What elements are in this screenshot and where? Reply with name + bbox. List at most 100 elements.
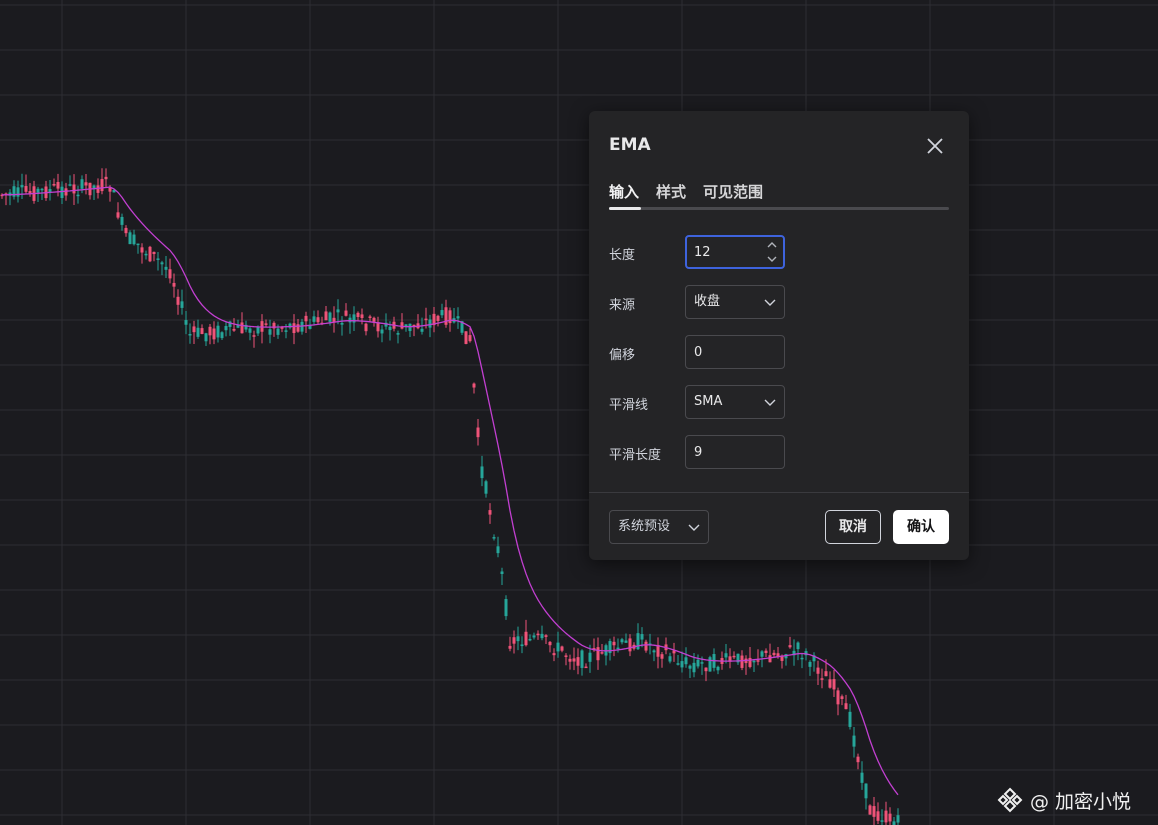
candle-body <box>100 179 104 192</box>
candle-body <box>204 333 208 342</box>
source-select[interactable]: 收盘 <box>685 285 785 319</box>
confirm-button[interactable]: 确认 <box>893 510 949 544</box>
candle-body <box>496 546 500 554</box>
spinner-arrows-icon[interactable] <box>765 238 779 266</box>
candle-body <box>472 383 476 388</box>
candle-body <box>28 191 32 194</box>
candle-body <box>708 657 712 672</box>
candle-body <box>196 327 200 337</box>
candle-body <box>16 187 20 197</box>
candle-body <box>480 466 484 479</box>
candle-body <box>168 269 172 279</box>
candle-body <box>396 333 400 335</box>
candle-body <box>56 182 60 189</box>
candle-body <box>104 176 108 180</box>
candle-body <box>400 322 404 329</box>
candle-body <box>220 332 224 339</box>
offset-input[interactable] <box>685 335 785 369</box>
candle-body <box>516 636 520 642</box>
smoothing-select[interactable]: SMA <box>685 385 785 419</box>
candle-body <box>528 638 532 641</box>
candle-body <box>800 657 804 660</box>
candle-body <box>832 679 836 690</box>
candle-body <box>888 813 892 822</box>
candle-body <box>828 679 832 688</box>
watermark: @ 加密小悦 <box>996 786 1131 814</box>
candle-body <box>700 662 704 664</box>
candle-body <box>420 328 424 332</box>
candle-body <box>136 243 140 246</box>
candle-body <box>600 652 604 654</box>
candle-body <box>328 312 332 322</box>
smoothing-length-input[interactable] <box>685 435 785 469</box>
candle-body <box>816 667 820 674</box>
candle-body <box>676 663 680 665</box>
candle-body <box>148 246 152 262</box>
candle-body <box>360 314 364 319</box>
candle-body <box>880 820 884 822</box>
candle-body <box>284 330 288 332</box>
chevron-down-icon <box>764 299 776 306</box>
candle-body <box>856 756 860 763</box>
tab-visibility[interactable]: 可见范围 <box>703 181 763 202</box>
tab-inputs[interactable]: 输入 <box>609 181 639 202</box>
candle-body <box>660 654 664 659</box>
candle-body <box>540 633 544 639</box>
candle-body <box>488 510 492 515</box>
candle-body <box>564 655 568 657</box>
cancel-button[interactable]: 取消 <box>825 510 881 544</box>
candle-body <box>688 665 692 669</box>
candle-body <box>108 187 112 192</box>
candle-body <box>588 652 592 662</box>
candle-body <box>548 641 552 646</box>
candle-body <box>520 644 524 647</box>
candle-body <box>336 309 340 313</box>
candle-body <box>612 641 616 646</box>
candle-body <box>552 653 556 656</box>
candle-body <box>372 317 376 322</box>
chart-canvas[interactable] <box>0 0 1158 825</box>
candle-body <box>864 783 868 799</box>
candle-body <box>264 323 268 325</box>
candle-body <box>188 333 192 336</box>
candle-body <box>824 671 828 677</box>
preset-select[interactable]: 系统预设 <box>609 510 709 544</box>
close-icon[interactable] <box>923 134 947 158</box>
smoothing-value: SMA <box>694 394 723 409</box>
footer-divider <box>589 492 969 493</box>
candle-body <box>464 331 468 344</box>
candle-body <box>740 655 744 668</box>
candle-body <box>868 805 872 815</box>
candle-body <box>692 662 696 673</box>
candle-body <box>84 182 88 186</box>
candle-body <box>584 666 588 669</box>
candle-body <box>696 659 700 667</box>
candle-body <box>164 266 168 270</box>
candle-body <box>536 633 540 636</box>
candle-body <box>312 316 316 322</box>
candle-body <box>848 711 852 727</box>
candle-body <box>572 658 576 662</box>
price-chart[interactable] <box>0 0 1158 825</box>
candle-body <box>768 655 772 663</box>
candle-body <box>212 328 216 340</box>
candle-body <box>388 326 392 331</box>
candle-body <box>252 335 256 337</box>
candle-body <box>40 188 44 191</box>
binance-logo-icon <box>997 787 1023 813</box>
candle-body <box>348 317 352 323</box>
candle-body <box>580 650 584 668</box>
candle-body <box>292 323 296 334</box>
candle-body <box>324 311 328 321</box>
candle-body <box>892 821 896 825</box>
candle-body <box>524 631 528 646</box>
candle-body <box>356 312 360 318</box>
candle-body <box>860 772 864 783</box>
candle-body <box>532 635 536 638</box>
candle-body <box>568 658 572 662</box>
candle-body <box>876 811 880 821</box>
candle-body <box>96 185 100 193</box>
tab-style[interactable]: 样式 <box>656 181 686 202</box>
candle-body <box>156 258 160 260</box>
candle-body <box>124 227 128 234</box>
